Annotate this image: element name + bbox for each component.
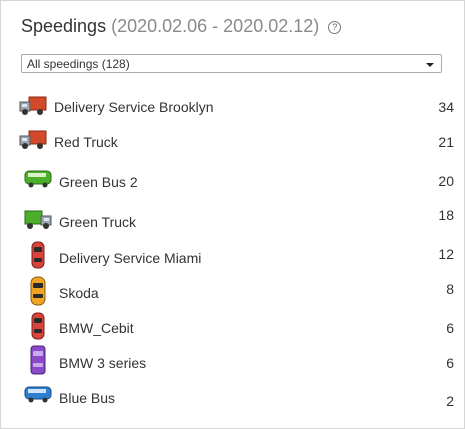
red-truck-icon (19, 130, 47, 149)
vehicle-name: Delivery Service Brooklyn (54, 99, 214, 115)
vehicle-row-3[interactable]: Green Bus 2 20 (1, 163, 464, 198)
green-truck-icon (24, 210, 52, 229)
speeding-count: 6 (446, 355, 454, 371)
speeding-count: 12 (438, 246, 454, 262)
purple-car-icon (30, 345, 46, 375)
vehicle-name: Blue Bus (59, 390, 116, 406)
speeding-count: 20 (438, 173, 454, 189)
vehicle-name: BMW_Cebit (59, 320, 134, 336)
vehicle-name: Skoda (59, 285, 99, 301)
vehicle-row-1[interactable]: Delivery Service Brooklyn 34 (1, 89, 464, 124)
vehicle-name: Green Bus 2 (59, 174, 138, 190)
speedings-filter-select[interactable]: All speedings (128) (21, 54, 442, 73)
speeding-count: 8 (446, 281, 454, 297)
red-truck-icon (19, 96, 47, 115)
vehicle-name: BMW 3 series (59, 355, 147, 371)
vehicle-row-7[interactable]: BMW_Cebit 6 (1, 310, 464, 345)
blue-bus-icon (24, 386, 52, 403)
vehicle-row-2[interactable]: Red Truck 21 (1, 124, 464, 159)
speedings-widget: Speedings (2020.02.06 - 2020.02.12) ? Al… (0, 0, 465, 429)
speeding-count: 18 (438, 207, 454, 223)
vehicle-row-4[interactable]: Green Truck 18 (1, 202, 464, 237)
widget-title: Speedings (2020.02.06 - 2020.02.12) ? (21, 16, 342, 37)
vehicle-name: Red Truck (54, 134, 118, 150)
vehicle-row-9[interactable]: Blue Bus 2 (1, 380, 464, 415)
vehicle-row-5[interactable]: Delivery Service Miami 12 (1, 239, 464, 274)
speeding-count: 21 (438, 134, 454, 150)
red-car-icon (31, 312, 45, 340)
vehicle-row-8[interactable]: BMW 3 series 6 (1, 344, 464, 379)
vehicle-row-6[interactable]: Skoda 8 (1, 274, 464, 309)
vehicle-name: Delivery Service Miami (59, 250, 202, 266)
speeding-count: 2 (446, 393, 454, 409)
yellow-car-icon (30, 276, 46, 306)
speeding-count: 6 (446, 320, 454, 336)
select-value: All speedings (128) (27, 57, 130, 71)
help-icon[interactable]: ? (328, 21, 342, 34)
red-car-icon (31, 241, 45, 269)
vehicle-name: Green Truck (59, 214, 137, 230)
speeding-count: 34 (438, 99, 454, 115)
title-text: Speedings (21, 16, 107, 36)
date-range: (2020.02.06 - 2020.02.12) (111, 16, 320, 36)
green-bus-icon (24, 170, 52, 188)
chevron-down-icon (426, 63, 434, 67)
